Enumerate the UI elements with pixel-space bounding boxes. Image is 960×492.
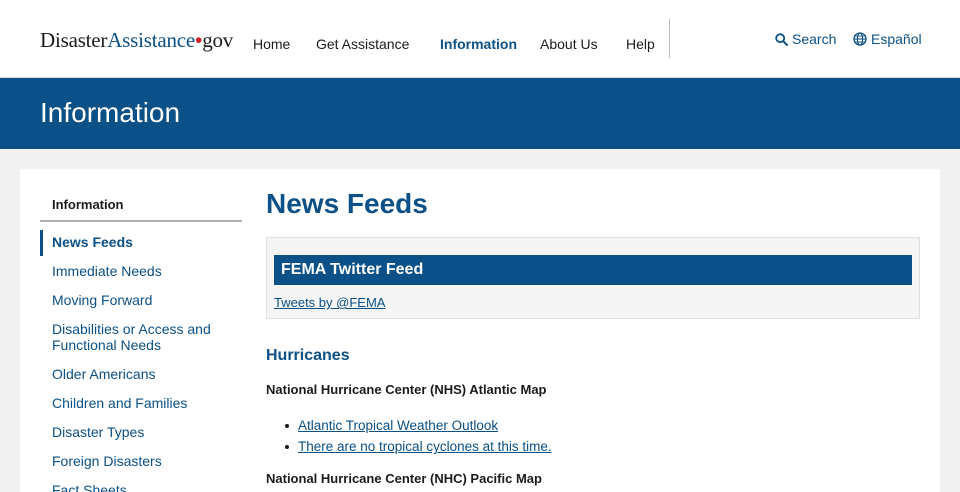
nav-get-assistance[interactable]: Get Assistance — [316, 36, 409, 52]
sidebar-item-news-feeds[interactable]: News Feeds — [40, 230, 242, 256]
logo-text-disaster: Disaster — [40, 28, 108, 52]
content-card: Information News Feeds Immediate Needs M… — [20, 169, 940, 492]
hurricanes-heading: Hurricanes — [266, 347, 350, 364]
sidebar-heading: Information — [40, 197, 242, 222]
search-label: Search — [792, 31, 837, 47]
site-header: DisasterAssistance•gov Home Get Assistan… — [0, 0, 960, 78]
pacific-map-heading: National Hurricane Center (NHC) Pacific … — [266, 471, 542, 486]
sidebar-item-immediate-needs[interactable]: Immediate Needs — [40, 263, 242, 279]
sidebar-nav: News Feeds Immediate Needs Moving Forwar… — [40, 230, 242, 492]
sidebar-item-foreign-disasters[interactable]: Foreign Disasters — [40, 453, 242, 469]
sidebar-item-older-americans[interactable]: Older Americans — [40, 366, 242, 382]
page-title: News Feeds — [266, 188, 428, 219]
search-icon — [775, 32, 788, 46]
atlantic-map-heading: National Hurricane Center (NHS) Atlantic… — [266, 382, 547, 397]
list-item[interactable]: There are no tropical cyclones at this t… — [282, 436, 552, 457]
atlantic-links-list: Atlantic Tropical Weather Outlook There … — [282, 415, 552, 457]
sidebar-item-fact-sheets[interactable]: Fact Sheets — [40, 482, 242, 492]
sidebar-item-disabilities[interactable]: Disabilities or Access and Functional Ne… — [40, 321, 242, 353]
nav-about-us[interactable]: About Us — [540, 36, 598, 52]
search-link[interactable]: Search — [775, 31, 836, 47]
twitter-feed-box: FEMA Twitter Feed Tweets by @FEMA — [266, 237, 920, 319]
twitter-feed-heading: FEMA Twitter Feed — [274, 255, 912, 285]
nav-divider — [669, 19, 670, 58]
sidebar-item-moving-forward[interactable]: Moving Forward — [40, 292, 242, 308]
no-cyclones-link[interactable]: There are no tropical cyclones at this t… — [298, 439, 552, 454]
sidebar-item-children-families[interactable]: Children and Families — [40, 395, 242, 411]
nav-help[interactable]: Help — [626, 36, 655, 52]
globe-icon — [853, 32, 867, 46]
logo-text-assistance: Assistance — [107, 28, 196, 52]
list-item[interactable]: Atlantic Tropical Weather Outlook — [282, 415, 552, 436]
site-logo[interactable]: DisasterAssistance•gov — [40, 28, 233, 53]
espanol-link[interactable]: Español — [853, 31, 922, 47]
sidebar-item-disaster-types[interactable]: Disaster Types — [40, 424, 242, 440]
nav-information[interactable]: Information — [440, 36, 517, 52]
atlantic-outlook-link[interactable]: Atlantic Tropical Weather Outlook — [298, 418, 498, 433]
twitter-feed-link[interactable]: Tweets by @FEMA — [274, 295, 385, 310]
logo-text-gov: gov — [202, 28, 234, 52]
banner-title: Information — [40, 97, 181, 128]
nav-home[interactable]: Home — [253, 36, 290, 52]
espanol-label: Español — [871, 31, 922, 47]
page-banner: Information — [0, 78, 960, 149]
